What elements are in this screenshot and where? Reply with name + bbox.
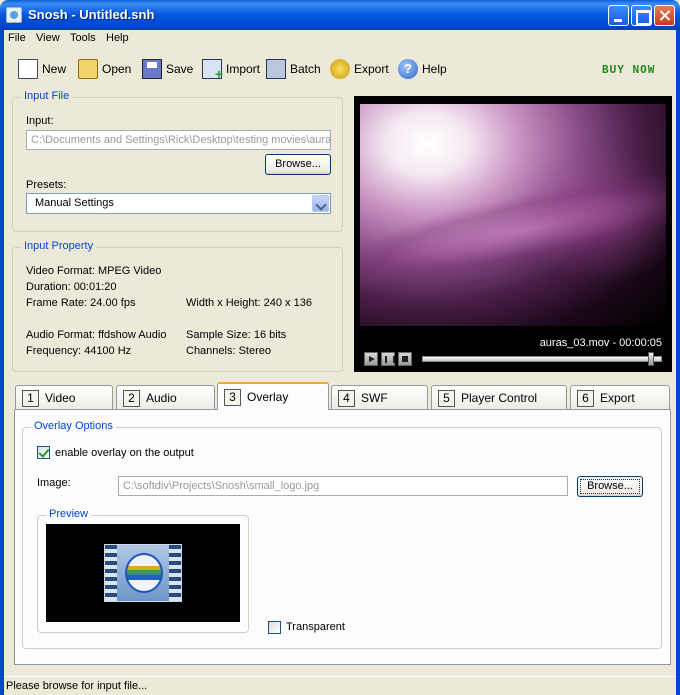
tab-label: Video: [45, 391, 76, 405]
buy-now-link[interactable]: BUY NOW: [602, 63, 655, 76]
import-button[interactable]: Import: [202, 58, 261, 82]
batch-icon: [266, 59, 286, 79]
overlay-options-group-title: Overlay Options: [31, 420, 116, 432]
channels-text: Channels: Stereo: [186, 345, 271, 357]
stop-icon[interactable]: [398, 352, 412, 366]
seek-bar[interactable]: [422, 352, 662, 366]
tab-player-control[interactable]: 5 Player Control: [431, 385, 567, 410]
tab-number: 2: [123, 389, 140, 407]
presets-value: Manual Settings: [35, 197, 114, 209]
tab-label: SWF: [361, 391, 388, 405]
export-label: Export: [354, 62, 389, 76]
menu-bar: File View Tools Help: [4, 30, 676, 48]
window-border-left: [0, 30, 4, 695]
new-file-icon: [18, 59, 38, 79]
video-frame: [360, 104, 666, 326]
logo-disk: [125, 553, 163, 593]
video-caption: auras_03.mov - 00:00:05: [539, 337, 662, 349]
open-button[interactable]: Open: [78, 58, 131, 80]
tab-audio[interactable]: 2 Audio: [116, 385, 215, 410]
new-label: New: [42, 62, 67, 76]
transparent-checkbox[interactable]: [268, 621, 281, 634]
status-bar: Please browse for input file...: [4, 676, 676, 695]
tab-label: Player Control: [461, 391, 538, 405]
toolbar: New Open Save Import Batch Export ? Help…: [4, 50, 676, 88]
save-label: Save: [166, 62, 194, 76]
tab-number: 6: [577, 389, 594, 407]
chevron-down-icon[interactable]: [312, 195, 329, 212]
menu-view[interactable]: View: [36, 32, 60, 44]
frame-rate-text: Frame Rate: 24.00 fps: [26, 297, 136, 309]
close-button[interactable]: [654, 5, 675, 26]
menu-tools[interactable]: Tools: [70, 32, 96, 44]
tab-label: Audio: [146, 391, 177, 405]
window-border-right: [676, 30, 680, 695]
tab-number: 5: [438, 389, 455, 407]
input-file-group-title: Input File: [21, 90, 73, 102]
play-icon[interactable]: [364, 352, 378, 366]
open-folder-icon: [78, 59, 98, 79]
input-property-group-title: Input Property: [21, 240, 97, 252]
enable-overlay-label: enable overlay on the output: [55, 447, 194, 459]
tab-label: Overlay: [247, 390, 289, 404]
image-browse-button[interactable]: Browse...: [577, 476, 643, 497]
help-icon: ?: [398, 59, 418, 79]
batch-button[interactable]: Batch: [266, 58, 321, 80]
film-strip-left: [105, 545, 117, 601]
image-path-field[interactable]: C:\softdiv\Projects\Snosh\small_logo.jpg: [118, 476, 568, 496]
preview-group-title: Preview: [46, 508, 92, 520]
save-disk-icon: [142, 59, 162, 79]
menu-help[interactable]: Help: [106, 32, 129, 44]
input-label: Input:: [26, 115, 54, 127]
tab-swf[interactable]: 4 SWF: [331, 385, 428, 410]
audio-format-text: Audio Format: ffdshow Audio: [26, 329, 167, 341]
presets-select[interactable]: Manual Settings: [26, 193, 331, 214]
video-player: auras_03.mov - 00:00:05: [354, 96, 672, 372]
export-button[interactable]: Export: [330, 58, 389, 80]
new-button[interactable]: New: [18, 58, 66, 80]
frequency-text: Frequency: 44100 Hz: [26, 345, 132, 357]
tab-label: Export: [600, 391, 635, 405]
help-button[interactable]: ? Help: [398, 58, 447, 80]
tab-number: 1: [22, 389, 39, 407]
input-path-field[interactable]: C:\Documents and Settings\Rick\Desktop\t…: [26, 130, 331, 150]
title-bar: Snosh - Untitled.snh: [0, 0, 680, 30]
status-text: Please browse for input file...: [6, 680, 148, 692]
tab-number: 3: [224, 388, 241, 406]
frame-size-text: Width x Height: 240 x 136: [186, 297, 312, 309]
seek-fill: [423, 357, 661, 361]
video-format-text: Video Format: MPEG Video: [26, 265, 162, 277]
batch-label: Batch: [290, 62, 321, 76]
open-label: Open: [102, 62, 132, 76]
tab-export[interactable]: 6 Export: [570, 385, 670, 410]
tab-number: 4: [338, 389, 355, 407]
minimize-button[interactable]: [608, 5, 629, 26]
app-icon: [6, 7, 22, 23]
image-label: Image:: [37, 477, 71, 489]
import-icon: [202, 59, 223, 82]
maximize-button[interactable]: [631, 5, 652, 26]
overlay-preview: [46, 524, 240, 622]
enable-overlay-checkbox[interactable]: [37, 446, 50, 459]
seek-thumb[interactable]: [648, 352, 654, 366]
import-label: Import: [226, 62, 261, 76]
window-title: Snosh - Untitled.snh: [28, 7, 155, 22]
menu-file[interactable]: File: [8, 32, 26, 44]
pause-icon[interactable]: [381, 352, 395, 366]
save-button[interactable]: Save: [142, 58, 193, 80]
duration-text: Duration: 00:01:20: [26, 281, 117, 293]
tab-video[interactable]: 1 Video: [15, 385, 113, 410]
tab-overlay[interactable]: 3 Overlay: [217, 382, 329, 410]
input-browse-button[interactable]: Browse...: [265, 154, 331, 175]
transparent-label: Transparent: [286, 621, 345, 633]
presets-label: Presets:: [26, 179, 67, 191]
export-icon: [330, 59, 350, 79]
sample-size-text: Sample Size: 16 bits: [186, 329, 287, 341]
film-strip-right: [169, 545, 181, 601]
snosh-logo-image: [104, 544, 182, 602]
help-label: Help: [422, 62, 447, 76]
